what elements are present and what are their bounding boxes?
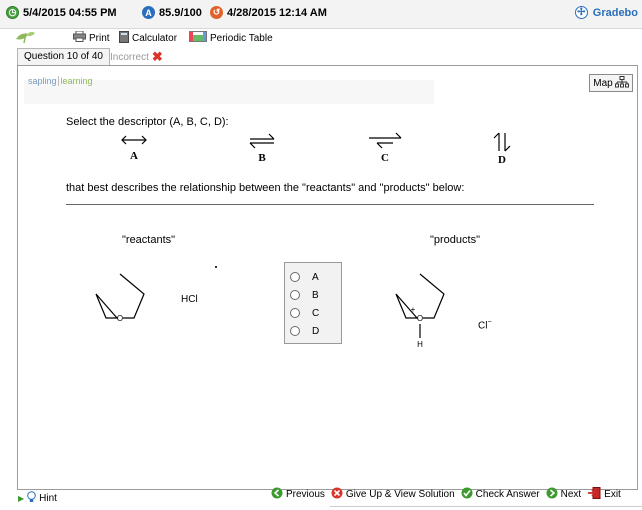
choice-d[interactable]: D xyxy=(285,322,341,340)
radio-a[interactable] xyxy=(290,272,300,282)
products-label: "products" xyxy=(430,234,480,246)
gradebook-link[interactable]: ✢ Gradebo xyxy=(574,6,638,19)
choice-b-label: B xyxy=(312,289,319,301)
incorrect-status: Incorrect ✖ xyxy=(110,49,163,65)
logo-learning-text: learning xyxy=(57,76,93,86)
question-number-tab[interactable]: Question 10 of 40 xyxy=(17,48,110,65)
favored-forward-equilibrium-arrow-icon xyxy=(369,132,402,149)
product-oxygen-label: O xyxy=(417,314,423,323)
print-button[interactable]: Print xyxy=(73,30,110,45)
calculator-icon xyxy=(119,31,129,46)
hint-toggle[interactable]: ▶ Hint xyxy=(18,490,318,506)
chloride-ion: Cl− xyxy=(478,319,492,331)
give-up-button[interactable]: Give Up & View Solution xyxy=(331,487,455,502)
red-x-icon: ✖ xyxy=(151,49,163,64)
descriptor-a-label: A xyxy=(130,150,138,162)
map-icon xyxy=(614,75,629,91)
equilibrium-arrow-icon xyxy=(249,133,275,149)
descriptor-b: B xyxy=(242,132,282,164)
descriptor-b-label: B xyxy=(258,152,266,164)
protonated-tetrahydrofuran-structure: O + H xyxy=(395,273,445,349)
exit-icon xyxy=(587,487,601,502)
periodic-table-icon xyxy=(189,31,207,45)
history-icon: ↺ xyxy=(210,6,223,19)
descriptor-c-label: C xyxy=(381,152,389,164)
hint-label: Hint xyxy=(39,492,57,504)
check-icon xyxy=(461,487,473,502)
double-headed-arrow-icon xyxy=(121,135,147,145)
action-bar: Previous Give Up & View Solution Check A… xyxy=(271,487,621,502)
exit-button[interactable]: Exit xyxy=(587,487,621,502)
clock-icon: ◷ xyxy=(6,6,19,19)
bottom-divider xyxy=(330,506,642,507)
exit-label: Exit xyxy=(604,489,621,500)
next-arrow-icon xyxy=(546,487,558,502)
check-answer-button[interactable]: Check Answer xyxy=(461,487,540,502)
next-button[interactable]: Next xyxy=(546,487,582,502)
divider xyxy=(66,204,594,205)
positive-charge-label: + xyxy=(411,305,416,314)
calculator-button[interactable]: Calculator xyxy=(119,31,177,46)
periodic-table-button[interactable]: Periodic Table xyxy=(189,31,273,45)
expand-triangle-icon: ▶ xyxy=(18,493,25,503)
choice-c[interactable]: C xyxy=(285,304,341,322)
choice-a[interactable]: A xyxy=(285,268,341,286)
choice-a-label: A xyxy=(312,271,319,283)
score-icon: A xyxy=(142,6,155,19)
periodic-table-label: Periodic Table xyxy=(210,32,273,44)
descriptor-a: A xyxy=(114,132,154,162)
logo-sapling-text: sapling xyxy=(28,76,57,86)
radio-c[interactable] xyxy=(290,308,300,318)
choice-b[interactable]: B xyxy=(285,286,341,304)
due-date: ◷ 5/4/2015 04:55 PM xyxy=(6,6,117,19)
question-panel: sapling learning Map Select the descripto… xyxy=(17,65,638,500)
gradebook-label: Gradebo xyxy=(592,6,638,19)
status-bar: ◷ 5/4/2015 04:55 PM A 85.9/100 ↺ 4/28/20… xyxy=(0,0,642,29)
lightbulb-icon xyxy=(27,490,36,506)
printer-icon xyxy=(73,30,86,45)
score-text: 85.9/100 xyxy=(159,6,202,19)
map-button[interactable]: Map xyxy=(589,74,633,92)
map-label: Map xyxy=(593,77,613,89)
tetrahydrofuran-structure: O xyxy=(95,273,145,323)
sapling-learning-logo: sapling learning xyxy=(28,76,93,86)
score: A 85.9/100 xyxy=(142,6,202,19)
incorrect-label: Incorrect xyxy=(110,51,149,63)
print-label: Print xyxy=(89,32,110,44)
hcl-label: HCl xyxy=(181,294,198,305)
reactant-oxygen-label: O xyxy=(117,314,123,323)
radio-b[interactable] xyxy=(290,290,300,300)
submitted-date: ↺ 4/28/2015 12:14 AM xyxy=(210,6,327,19)
calculator-label: Calculator xyxy=(132,33,178,44)
hydrogen-label: H xyxy=(417,340,423,349)
descriptor-d: D xyxy=(482,132,522,166)
check-answer-label: Check Answer xyxy=(475,489,540,500)
choice-c-label: C xyxy=(312,307,320,319)
descriptor-d-label: D xyxy=(498,154,506,166)
vertical-equilibrium-arrow-icon xyxy=(493,132,511,152)
due-date-text: 5/4/2015 04:55 PM xyxy=(23,6,117,19)
stray-dot xyxy=(215,266,217,268)
choice-d-label: D xyxy=(312,325,320,337)
toolbar: Print Calculator Periodic Table xyxy=(0,28,642,48)
descriptor-c: C xyxy=(365,132,405,164)
give-up-label: Give Up & View Solution xyxy=(345,489,455,500)
next-label: Next xyxy=(560,489,582,500)
reactants-label: "reactants" xyxy=(122,234,176,246)
question-tabs: Question 10 of 40 Incorrect ✖ xyxy=(0,48,642,65)
submitted-date-text: 4/28/2015 12:14 AM xyxy=(227,6,327,19)
answer-choices: A B C D xyxy=(284,262,342,344)
question-prompt: Select the descriptor (A, B, C, D): xyxy=(66,116,229,128)
radio-d[interactable] xyxy=(290,326,300,336)
sapling-leaf-icon xyxy=(14,29,36,48)
chloride-charge: − xyxy=(487,319,492,326)
relation-text: that best describes the relationship bet… xyxy=(66,182,465,194)
give-up-icon xyxy=(331,487,343,502)
gradebook-icon: ✢ xyxy=(574,6,588,19)
